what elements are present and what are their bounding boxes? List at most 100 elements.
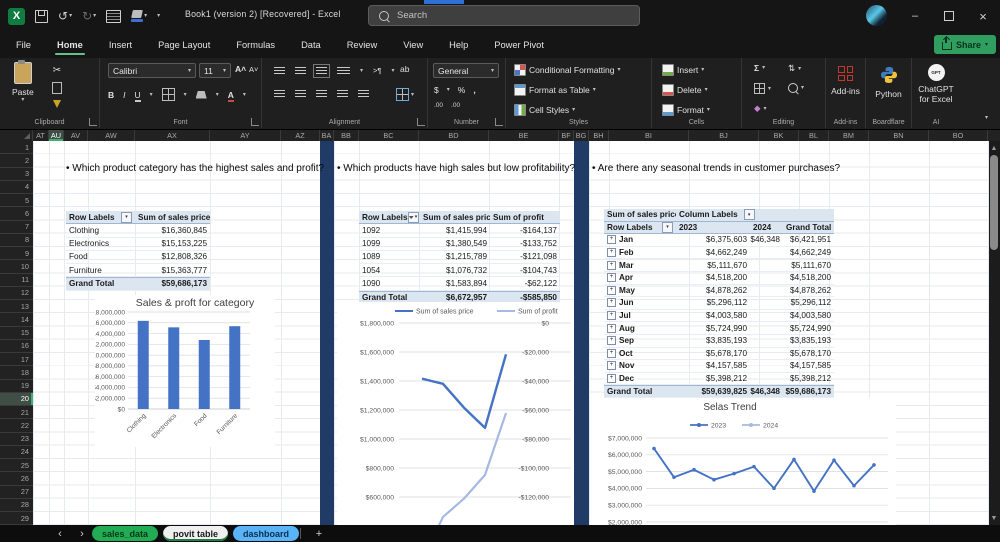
scroll-up-arrow[interactable]: ▲ — [988, 142, 1000, 154]
pivot-cell[interactable]: $4,157,585 — [783, 360, 834, 373]
column-header-BK[interactable]: BK — [759, 130, 799, 141]
user-avatar[interactable] — [866, 5, 887, 26]
align-middle-button[interactable] — [295, 67, 306, 75]
pivot-cell[interactable]: -$164,137 — [490, 224, 560, 237]
pivot-cell[interactable]: $4,003,580 — [783, 310, 834, 323]
menu-tab-page-layout[interactable]: Page Layout — [156, 36, 212, 54]
column-header-BG[interactable]: BG — [574, 130, 589, 141]
pivot-cell[interactable]: $5,724,990 — [676, 322, 750, 335]
row-header-7[interactable]: 7 — [0, 221, 33, 234]
percent-style-button[interactable]: % — [458, 85, 466, 95]
highlight-column-BG[interactable] — [574, 141, 589, 525]
pivot-cell[interactable]: $5,724,990 — [783, 322, 834, 335]
pivot-cell[interactable] — [750, 322, 783, 335]
find-select-button[interactable]: ▾ — [788, 83, 804, 93]
align-center-button[interactable] — [295, 90, 306, 98]
align-left-button[interactable] — [274, 90, 285, 98]
pivot-cell[interactable]: $4,157,585 — [676, 360, 750, 373]
pivot-column-header[interactable]: Grand Total — [783, 222, 834, 235]
pivot-cell[interactable]: +Aug — [604, 322, 676, 335]
pivot-cell[interactable]: $4,878,262 — [676, 285, 750, 298]
expand-button[interactable]: + — [607, 336, 616, 345]
pivot-cell[interactable]: $15,363,777 — [135, 264, 210, 277]
format-cells-button[interactable]: Format ▾ — [662, 104, 710, 116]
font-name-combo[interactable]: Calibri▾ — [108, 63, 196, 78]
wrap-text-button[interactable] — [337, 67, 350, 75]
row-header-3[interactable]: 3 — [0, 168, 33, 181]
pivot-cell[interactable]: Clothing — [66, 224, 135, 237]
expand-button[interactable]: + — [607, 261, 616, 270]
filter-button[interactable]: ▾ — [408, 212, 419, 223]
pivot-cell[interactable]: -$133,752 — [490, 238, 560, 251]
format-painter-button[interactable] — [53, 100, 61, 108]
pivot-cell[interactable] — [750, 285, 783, 298]
pivot-column-header[interactable]: Row Labels▾ — [66, 211, 135, 224]
grow-font-button[interactable]: A˄ — [235, 64, 246, 74]
column-header-AW[interactable]: AW — [88, 130, 135, 141]
accounting-format-button[interactable]: $ — [434, 85, 439, 95]
row-header-9[interactable]: 9 — [0, 247, 33, 260]
font-dialog-launcher[interactable] — [251, 118, 259, 126]
column-header-BO[interactable]: BO — [929, 130, 988, 141]
decrease-indent-button[interactable] — [337, 90, 348, 98]
insert-cells-button[interactable]: Insert ▾ — [662, 64, 704, 76]
share-button[interactable]: Share ▾ — [934, 35, 996, 54]
pivot-cell[interactable]: +Nov — [604, 360, 676, 373]
menu-tab-view[interactable]: View — [401, 36, 425, 54]
fill-button[interactable]: ▾ — [754, 83, 771, 94]
row-header-8[interactable]: 8 — [0, 234, 33, 247]
bold-button[interactable]: B — [108, 90, 114, 100]
row-header-21[interactable]: 21 — [0, 406, 33, 419]
pivot-cell[interactable]: Furniture — [66, 264, 135, 277]
pivot-cell[interactable]: $5,296,112 — [676, 297, 750, 310]
pivot-cell[interactable]: $3,835,193 — [783, 335, 834, 348]
pivot-cell[interactable]: $6,375,603 — [676, 234, 750, 247]
search-box[interactable]: Search — [368, 5, 640, 26]
row-header-6[interactable]: 6 — [0, 207, 33, 220]
menu-tab-file[interactable]: File — [14, 36, 33, 54]
row-header-20[interactable]: 20 — [0, 393, 33, 406]
sheet-tab-sales_data[interactable]: sales_data — [92, 526, 158, 541]
pivot-cell[interactable]: $3,835,193 — [676, 335, 750, 348]
pivot-cell[interactable]: +Jun — [604, 297, 676, 310]
pivot-column-header[interactable]: 2024 — [750, 222, 783, 235]
pivot-column-header[interactable]: 2023 — [676, 222, 750, 235]
decrease-decimal-button[interactable]: .00 — [451, 102, 460, 109]
row-header-12[interactable]: 12 — [0, 287, 33, 300]
pivot-cell[interactable] — [750, 373, 783, 386]
expand-button[interactable]: + — [607, 248, 616, 257]
pivot-cell[interactable]: 1092 — [359, 224, 420, 237]
pivot-cell[interactable]: $59,639,825 — [676, 385, 750, 398]
pivot-cell[interactable]: +May — [604, 285, 676, 298]
column-header-BI[interactable]: BI — [609, 130, 689, 141]
row-header-18[interactable]: 18 — [0, 366, 33, 379]
pivot-cell[interactable]: +Mar — [604, 259, 676, 272]
expand-button[interactable]: + — [607, 349, 616, 358]
comma-style-button[interactable]: , — [473, 85, 475, 95]
pivot-cell[interactable]: $59,686,173 — [135, 277, 210, 290]
pivot-cell[interactable]: 1089 — [359, 251, 420, 264]
pivot-cell[interactable]: $1,076,732 — [420, 264, 490, 277]
sort-filter-button[interactable]: ⇅ ▾ — [788, 63, 801, 74]
row-header-26[interactable]: 26 — [0, 472, 33, 485]
expand-button[interactable]: + — [607, 273, 616, 282]
pivot-cell[interactable]: 1090 — [359, 277, 420, 290]
borders-button[interactable] — [162, 88, 175, 101]
pivot-cell[interactable]: 1099 — [359, 238, 420, 251]
expand-button[interactable]: + — [607, 235, 616, 244]
redo-button[interactable]: ↻▾ — [82, 9, 96, 23]
alignment-dialog-launcher[interactable] — [417, 118, 425, 126]
merge-center-button[interactable] — [396, 88, 409, 101]
pivot-cell[interactable]: +Dec — [604, 373, 676, 386]
pivot-cell[interactable]: -$121,098 — [490, 251, 560, 264]
column-header-BF[interactable]: BF — [559, 130, 574, 141]
pivot-column-header[interactable]: Sum of profit — [490, 211, 560, 224]
pivot-cell[interactable]: $1,380,549 — [420, 238, 490, 251]
pivot-cell[interactable]: Grand Total — [604, 385, 676, 398]
next-sheet-arrow[interactable]: › — [72, 525, 92, 542]
increase-decimal-button[interactable]: .00 — [434, 102, 443, 109]
column-header-AU[interactable]: AU — [49, 130, 64, 141]
pivot-column-header[interactable]: Row Labels▾ — [359, 211, 420, 224]
pivot-cell[interactable] — [750, 297, 783, 310]
number-dialog-launcher[interactable] — [495, 118, 503, 126]
